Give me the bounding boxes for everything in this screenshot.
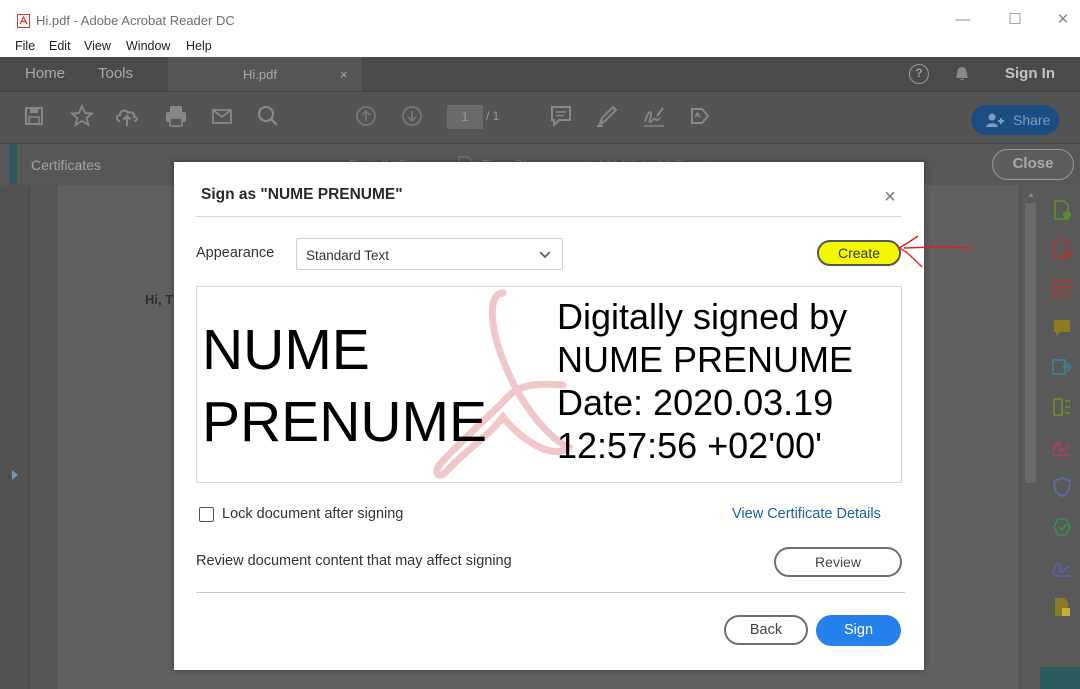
dialog-divider-bottom: [196, 592, 905, 593]
scroll-thumb[interactable]: [1025, 203, 1036, 483]
minimize-button[interactable]: —: [952, 10, 974, 30]
fill-sign-icon[interactable]: [640, 102, 668, 130]
create-pdf-icon[interactable]: [1050, 198, 1074, 222]
expand-panel-icon[interactable]: [12, 470, 18, 480]
window-close-button[interactable]: ✕: [1052, 10, 1074, 30]
acrobat-app-icon: [17, 14, 30, 28]
menu-window[interactable]: Window: [126, 39, 170, 53]
view-certificate-details-link[interactable]: View Certificate Details: [732, 506, 881, 522]
certificates-accent: [10, 144, 17, 186]
signature-detail-line1: Digitally signed by: [557, 296, 848, 337]
highlight-pen-icon[interactable]: [593, 102, 621, 130]
export-pdf-icon[interactable]: [1050, 237, 1074, 261]
dialog-divider-top: [196, 216, 901, 217]
menu-view[interactable]: View: [84, 39, 111, 53]
next-page-icon[interactable]: [398, 102, 426, 130]
email-icon[interactable]: [208, 102, 236, 130]
more-tools-icon[interactable]: [1050, 595, 1074, 619]
protect-icon[interactable]: [1050, 475, 1074, 499]
signature-detail-line4: 12:57:56 +02'00': [557, 425, 822, 466]
main-toolbar: 1 / 1 Share: [0, 91, 1080, 143]
star-icon[interactable]: [68, 102, 96, 130]
cloud-upload-icon[interactable]: [113, 102, 141, 130]
document-text: Hi, T: [145, 292, 174, 307]
combine-files-icon[interactable]: [1050, 355, 1074, 379]
menu-help[interactable]: Help: [186, 39, 212, 53]
help-icon[interactable]: ?: [909, 64, 929, 84]
signature-detail-line3: Date: 2020.03.19: [557, 382, 834, 423]
edit-pdf-icon[interactable]: [1050, 395, 1074, 419]
signature-detail-line2: NUME PRENUME: [557, 339, 854, 380]
title-bar: Hi.pdf - Adobe Acrobat Reader DC — ☐ ✕: [0, 0, 1080, 37]
zoom-search-icon[interactable]: [254, 102, 282, 130]
tab-tools[interactable]: Tools: [98, 65, 133, 82]
back-button[interactable]: Back: [724, 615, 808, 645]
signature-name-line1: NUME: [202, 318, 370, 382]
organize-pages-icon[interactable]: [1050, 277, 1074, 301]
close-certificates-button[interactable]: Close: [992, 149, 1074, 180]
bell-icon[interactable]: [953, 65, 971, 83]
dialog-title: Sign as "NUME PRENUME": [201, 186, 403, 203]
menu-bar: File Edit View Window Help: [0, 37, 1080, 57]
comment-icon[interactable]: [547, 102, 575, 130]
save-icon[interactable]: [20, 102, 48, 130]
add-user-icon: [986, 113, 1004, 127]
panel-collapse-bar[interactable]: [1040, 667, 1080, 689]
sign-in-link[interactable]: Sign In: [1005, 65, 1055, 82]
send-for-signature-icon[interactable]: [1050, 555, 1074, 579]
share-button[interactable]: Share: [971, 105, 1059, 135]
page-number-input[interactable]: 1: [447, 105, 483, 129]
window-title: Hi.pdf - Adobe Acrobat Reader DC: [36, 13, 235, 28]
previous-page-icon[interactable]: [352, 102, 380, 130]
sign-button[interactable]: Sign: [816, 615, 901, 646]
left-navigation-strip: [0, 185, 30, 689]
certificates-label: Certificates: [31, 157, 102, 173]
optimize-pdf-icon[interactable]: [1050, 515, 1074, 539]
menu-file[interactable]: File: [15, 39, 35, 53]
tab-document-close-icon[interactable]: ×: [340, 67, 348, 82]
appearance-label: Appearance: [196, 245, 275, 261]
review-button[interactable]: Review: [774, 547, 902, 577]
menu-edit[interactable]: Edit: [49, 39, 71, 53]
sign-dialog: Sign as "NUME PRENUME" × Appearance Stan…: [174, 162, 924, 670]
lock-document-label[interactable]: Lock document after signing: [222, 506, 403, 522]
tab-home[interactable]: Home: [25, 65, 65, 82]
page-total: / 1: [486, 109, 500, 123]
comment-panel-icon[interactable]: [1050, 316, 1074, 340]
tab-document[interactable]: Hi.pdf ×: [168, 57, 362, 91]
fill-and-sign-icon[interactable]: [1050, 434, 1074, 458]
annotation-arrow-icon: [897, 235, 973, 268]
lock-document-checkbox[interactable]: [199, 507, 214, 522]
tab-document-label: Hi.pdf: [243, 67, 277, 82]
chevron-down-icon: [539, 251, 551, 259]
certificate-tool-icon[interactable]: [686, 102, 714, 130]
appearance-select[interactable]: Standard Text: [296, 238, 563, 270]
share-label: Share: [1013, 112, 1051, 128]
appearance-selected-value: Standard Text: [306, 248, 390, 263]
tabs-bar: Home Tools Hi.pdf × ? Sign In: [0, 57, 1080, 91]
maximize-button[interactable]: ☐: [1004, 10, 1026, 30]
signature-preview: NUME PRENUME Digitally signed by NUME PR…: [196, 286, 902, 483]
scroll-up-icon[interactable]: ▲: [1027, 190, 1035, 199]
signature-name: NUME PRENUME: [202, 314, 487, 458]
review-content-label: Review document content that may affect …: [196, 553, 512, 569]
vertical-scrollbar[interactable]: ▲: [1022, 185, 1040, 689]
right-tools-panel: [1040, 185, 1080, 689]
signature-details: Digitally signed by NUME PRENUME Date: 2…: [557, 295, 853, 467]
print-icon[interactable]: [162, 102, 190, 130]
dialog-close-icon[interactable]: ×: [880, 187, 900, 207]
create-appearance-button[interactable]: Create: [817, 240, 901, 266]
signature-name-line2: PRENUME: [202, 390, 488, 454]
